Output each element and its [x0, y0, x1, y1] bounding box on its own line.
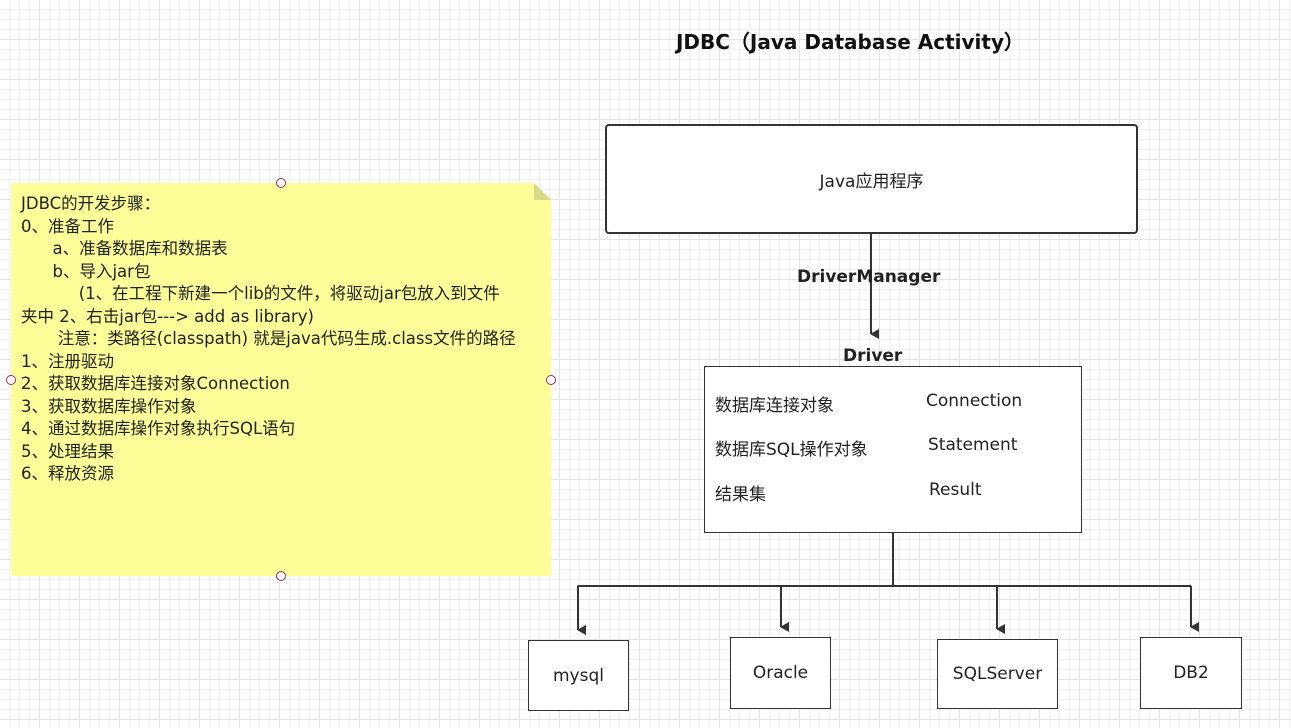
java-app-box[interactable]: Java应用程序 — [605, 124, 1138, 234]
note-line: a、准备数据库和数据表 — [21, 239, 228, 258]
db-box-sqlserver[interactable]: SQLServer — [937, 639, 1058, 709]
driver-manager-label: DriverManager — [797, 267, 941, 287]
note-line: 6、释放资源 — [21, 464, 114, 483]
java-app-label: Java应用程序 — [819, 171, 924, 192]
db-label: mysql — [553, 665, 604, 686]
resize-handle-bottom[interactable] — [276, 571, 286, 581]
note-line: 注意：类路径(classpath) 就是java代码生成.class文件的路径 — [21, 329, 516, 348]
db-label: Oracle — [752, 663, 809, 683]
note-line: 0、准备工作 — [21, 216, 114, 236]
resize-handle-left[interactable] — [6, 375, 16, 385]
driver-row-value: Statement — [928, 435, 1018, 455]
note-line: 夹中 2、右击jar包---> add as library) — [21, 306, 314, 326]
note-line: b、导入jar包 — [21, 261, 151, 281]
note-line: JDBC的开发步骤： — [21, 194, 161, 213]
note-line: 4、通过数据库操作对象执行SQL语句 — [21, 419, 296, 438]
db-label: DB2 — [1173, 663, 1209, 683]
note-line: 5、处理结果 — [21, 441, 114, 461]
db-box-db2[interactable]: DB2 — [1140, 637, 1242, 709]
db-box-mysql[interactable]: mysql — [528, 640, 629, 711]
db-label: SQLServer — [952, 664, 1043, 684]
resize-handle-right[interactable] — [546, 375, 556, 385]
note-line: 3、获取数据库操作对象 — [21, 396, 197, 416]
driver-row-value: Result — [929, 480, 982, 500]
page-title: JDBC（Java Database Activity） — [675, 30, 1025, 54]
note-line: (1、在工程下新建一个lib的文件，将驱动jar包放入到文件 — [21, 284, 500, 303]
note-line: 1、注册驱动 — [21, 351, 114, 371]
driver-row-value: Connection — [926, 391, 1023, 411]
db-box-oracle[interactable]: Oracle — [730, 637, 831, 709]
driver-label: Driver — [843, 346, 903, 366]
sticky-note[interactable]: JDBC的开发步骤： 0、准备工作 a、准备数据库和数据表 b、导入jar包 (… — [11, 183, 551, 576]
driver-row-name: 数据库SQL操作对象 — [715, 440, 868, 460]
note-line: 2、获取数据库连接对象Connection — [21, 374, 290, 393]
driver-row-name: 结果集 — [715, 485, 766, 505]
driver-row-name: 数据库连接对象 — [715, 396, 834, 416]
driver-box[interactable]: 数据库连接对象 Connection 数据库SQL操作对象 Statement … — [704, 366, 1082, 533]
resize-handle-top[interactable] — [276, 178, 286, 188]
